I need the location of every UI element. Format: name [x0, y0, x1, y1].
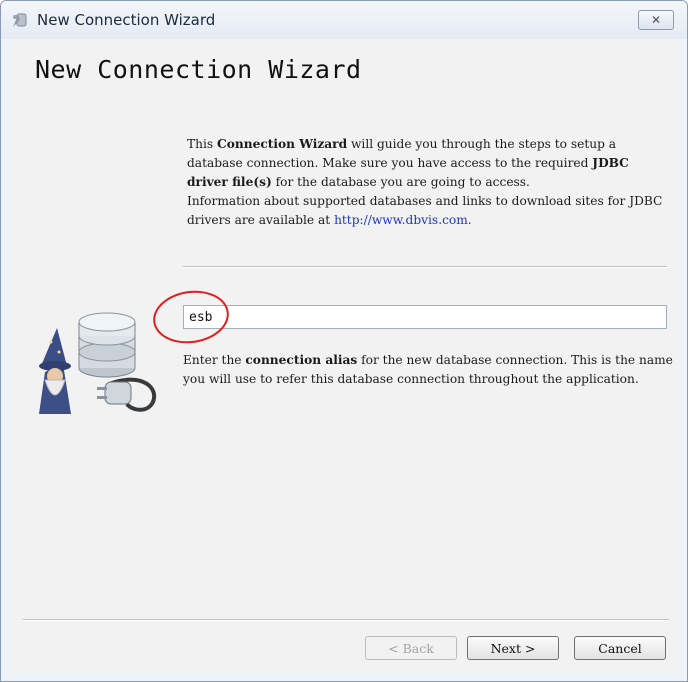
intro-text-3: for the database you are going to access…: [271, 175, 530, 189]
dbvis-link[interactable]: http://www.dbvis.com: [334, 213, 468, 227]
wizard-intro-text: This Connection Wizard will guide you th…: [187, 135, 667, 230]
intro-text-end: .: [467, 213, 472, 227]
app-wizard-icon: [13, 13, 27, 27]
intro-bold-wizard: Connection Wizard: [217, 137, 348, 151]
title-bar: New Connection Wizard ✕: [1, 1, 687, 39]
help-text-1: Enter the: [183, 353, 246, 367]
wizard-heading: New Connection Wizard: [35, 55, 362, 84]
help-bold-alias: connection alias: [245, 353, 358, 367]
cancel-button[interactable]: Cancel: [574, 636, 666, 660]
intro-text-1: This: [187, 137, 218, 151]
alias-help-text: Enter the connection alias for the new d…: [183, 351, 673, 389]
back-button[interactable]: < Back: [365, 636, 457, 660]
footer-separator: [23, 619, 669, 621]
intro-separator: [183, 266, 667, 268]
next-button[interactable]: Next >: [467, 636, 559, 660]
wizard-database-illustration: [39, 312, 157, 414]
wizard-window: New Connection Wizard ✕ New Connection W…: [0, 0, 688, 682]
connection-alias-input[interactable]: [183, 305, 667, 329]
window-title: New Connection Wizard: [37, 11, 216, 29]
close-icon: ✕: [650, 13, 662, 27]
close-button[interactable]: ✕: [638, 10, 674, 30]
wizard-content: New Connection Wizard This Connection Wi…: [9, 39, 679, 673]
